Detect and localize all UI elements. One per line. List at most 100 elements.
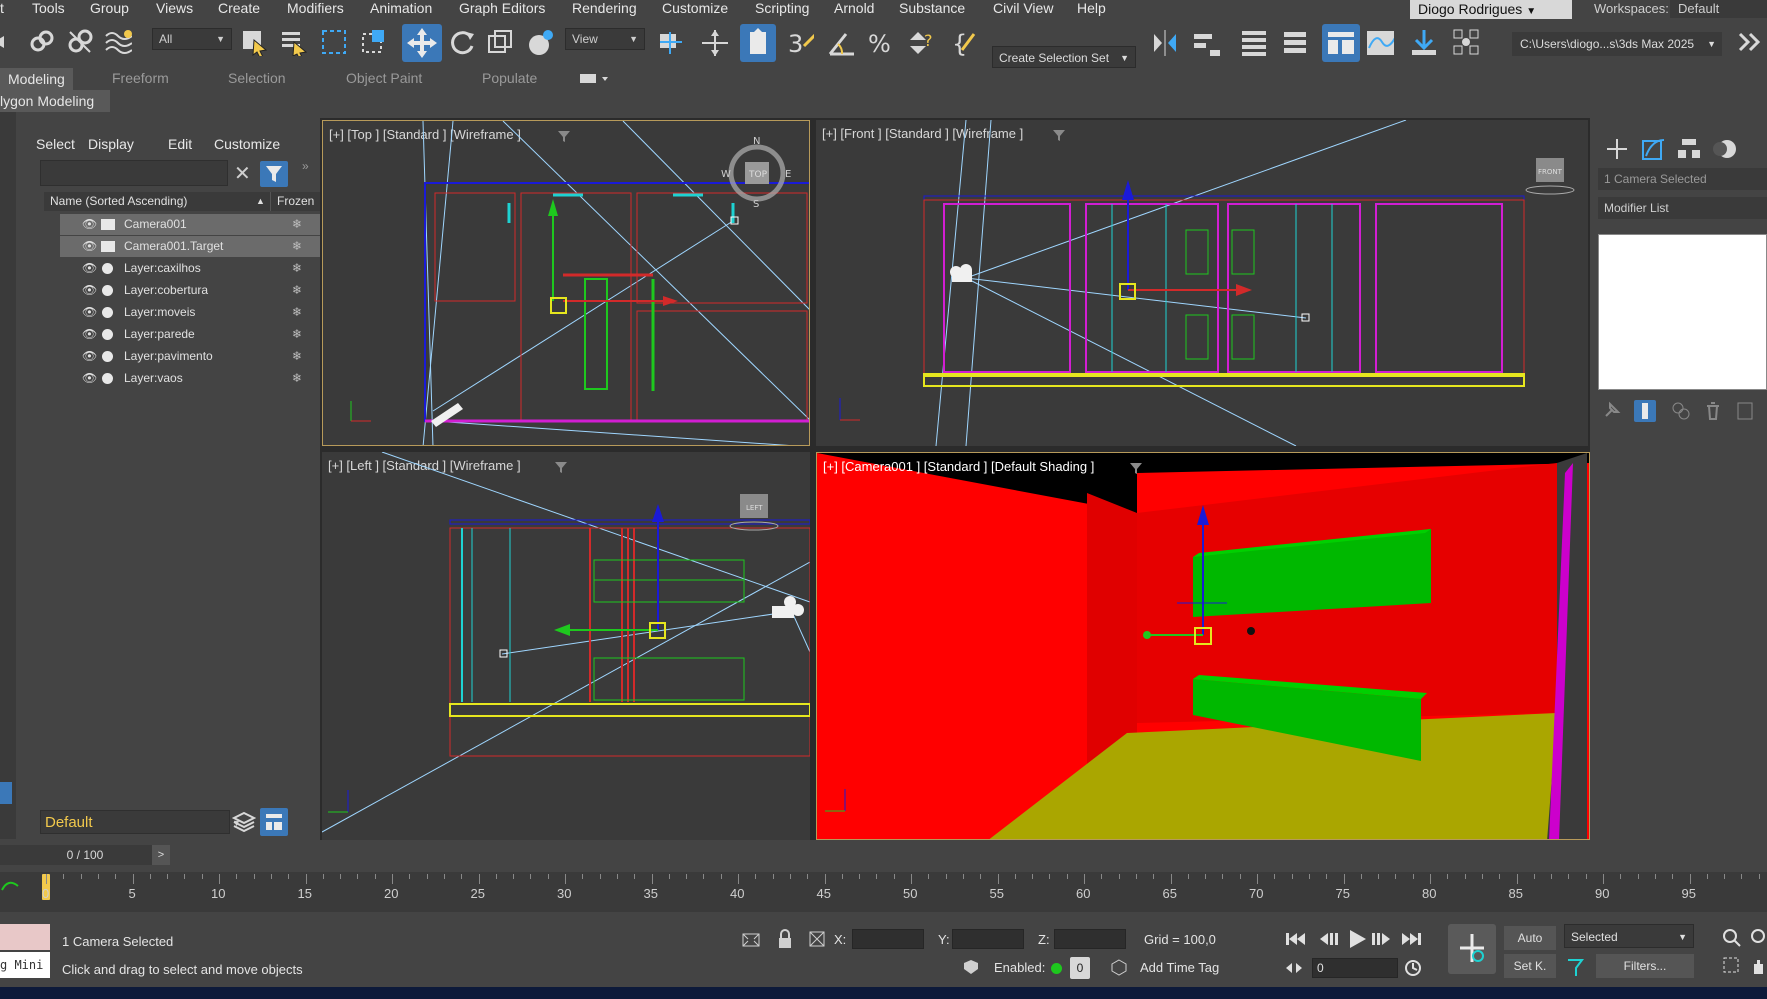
select-manipulate-icon[interactable] [700, 28, 728, 56]
time-slider[interactable]: 0 / 100 [0, 845, 170, 865]
x-coordinate-field[interactable] [852, 929, 924, 949]
list-item[interactable]: 👁 Camera001 ❄ [60, 214, 330, 235]
column-name[interactable]: Name (Sorted Ascending) [50, 192, 187, 211]
maxscript-listener-mini[interactable] [0, 924, 50, 950]
ribbon-options-icon[interactable] [580, 72, 610, 86]
place-object-icon[interactable] [526, 28, 554, 56]
percent-snap-icon[interactable]: % [866, 28, 894, 56]
selection-lock-icon[interactable] [776, 928, 794, 950]
freeze-icon[interactable]: ❄ [292, 368, 302, 389]
workspace-dropdown[interactable]: Default [1670, 0, 1767, 18]
snap-toggle-icon[interactable]: 3 [786, 28, 814, 56]
material-editor-icon[interactable] [1452, 28, 1480, 56]
polygon-modeling-panel[interactable]: lygon Modeling [0, 90, 110, 112]
maxscript-mini-input[interactable]: g Mini [0, 952, 50, 978]
zoom-icon[interactable] [1722, 928, 1742, 948]
z-coordinate-field[interactable] [1054, 929, 1126, 949]
viewport-left[interactable]: [+] [Left ] [Standard ] [Wireframe ] LEF… [322, 452, 810, 840]
viewport-camera[interactable]: [+] [Camera001 ] [Standard ] [Default Sh… [816, 452, 1590, 840]
add-time-tag[interactable]: Add Time Tag [1140, 960, 1219, 975]
track-bar[interactable]: 0 5 10 15 20 25 30 35 40 45 50 55 60 65 70 75 80 85 90 95 [0, 872, 1767, 912]
zoom-all-icon[interactable] [1750, 928, 1767, 948]
key-set-dropdown[interactable]: Selected ▼ [1564, 924, 1694, 948]
rotate-icon[interactable] [448, 28, 476, 56]
menu-modifiers[interactable]: Modifiers [287, 0, 344, 16]
layer-explorer-icon[interactable] [1280, 28, 1308, 56]
viewcube-front[interactable]: FRONT [1525, 158, 1575, 195]
list-item[interactable]: 👁 Layer:cobertura ❄ [60, 280, 330, 301]
visibility-eye-icon[interactable]: 👁 [82, 258, 98, 279]
menu-tools[interactable]: Tools [32, 0, 65, 16]
toggle-ribbon-button[interactable] [1322, 24, 1360, 62]
time-slider-next-button[interactable]: > [152, 845, 170, 865]
visibility-eye-icon[interactable]: 👁 [82, 324, 98, 345]
go-to-end-icon[interactable] [1400, 930, 1422, 948]
pivot-center-icon[interactable] [656, 28, 684, 56]
menu-graph-editors[interactable]: Graph Editors [459, 0, 545, 16]
list-item[interactable]: 👁 Layer:caxilhos ❄ [60, 258, 330, 279]
set-key-button[interactable] [1448, 924, 1496, 974]
motion-tab[interactable] [1712, 136, 1738, 162]
viewport-filter-icon[interactable] [1052, 128, 1066, 142]
expand-panel-icon[interactable]: » [302, 158, 316, 172]
remove-modifier-icon[interactable] [1702, 400, 1724, 422]
viewport-filter-icon[interactable] [1129, 461, 1143, 475]
next-frame-icon[interactable] [1370, 930, 1392, 948]
create-selection-set-dropdown[interactable]: Create Selection Set ▼ [992, 46, 1136, 68]
menu-create[interactable]: Create [218, 0, 260, 16]
pan-hand-icon[interactable] [1750, 956, 1767, 976]
viewcube-left[interactable]: LEFT [729, 494, 779, 531]
spinner-snap-icon[interactable]: ? [906, 28, 934, 56]
auto-key-button[interactable]: Auto [1504, 926, 1556, 950]
make-unique-icon[interactable] [1670, 400, 1692, 422]
explorer-menu-customize[interactable]: Customize [214, 136, 280, 152]
freeze-icon[interactable]: ❄ [292, 346, 302, 367]
bind-space-warp-icon[interactable] [104, 28, 132, 56]
key-filters-button[interactable]: Filters... [1596, 954, 1694, 978]
viewport-filter-icon[interactable] [554, 460, 568, 474]
clear-search-icon[interactable]: ✕ [234, 161, 251, 186]
freeze-icon[interactable]: ❄ [292, 258, 302, 279]
menu-arnold[interactable]: Arnold [834, 0, 874, 16]
explorer-menu-display[interactable]: Display [88, 136, 134, 152]
move-tool-button[interactable] [402, 24, 442, 62]
visibility-eye-icon[interactable]: 👁 [82, 368, 98, 389]
menu-edit[interactable]: t [0, 0, 4, 16]
pin-stack-icon[interactable] [1602, 400, 1622, 420]
select-by-name-icon[interactable] [280, 28, 308, 56]
sort-ascending-icon[interactable]: ▲ [256, 192, 265, 211]
freeze-icon[interactable]: ❄ [292, 302, 302, 323]
modify-tab[interactable] [1640, 136, 1666, 162]
menu-substance[interactable]: Substance [899, 0, 965, 16]
configure-sets-icon[interactable] [1734, 400, 1756, 422]
unlink-icon[interactable] [66, 28, 94, 56]
list-item[interactable]: 👁 Layer:parede ❄ [60, 324, 330, 345]
menu-views[interactable]: Views [156, 0, 193, 16]
visibility-eye-icon[interactable]: 👁 [82, 214, 98, 235]
window-crossing-icon[interactable] [360, 28, 388, 56]
viewport-front[interactable]: [+] [Front ] [Standard ] [Wireframe ] FR… [816, 120, 1588, 446]
hierarchy-tab[interactable] [1676, 136, 1702, 162]
scale-icon[interactable] [486, 28, 514, 56]
align-icon[interactable] [1192, 28, 1220, 56]
tab-modeling[interactable]: Modeling [0, 68, 73, 90]
zoom-region-icon[interactable] [1722, 956, 1742, 976]
tab-object-paint[interactable]: Object Paint [346, 70, 422, 86]
visibility-eye-icon[interactable]: 👁 [82, 280, 98, 301]
list-item[interactable]: 👁 Layer:pavimento ❄ [60, 346, 330, 367]
list-item[interactable]: 👁 Camera001.Target ❄ [60, 236, 330, 257]
reference-coordinate-dropdown[interactable]: View ▼ [565, 28, 645, 50]
rectangular-selection-icon[interactable] [320, 28, 348, 56]
go-to-start-icon[interactable] [1284, 930, 1306, 948]
menu-civil-view[interactable]: Civil View [993, 0, 1053, 16]
viewcube-compass[interactable]: TOP N S E W [721, 136, 791, 210]
explorer-filter-button[interactable] [260, 161, 288, 187]
show-end-result-button[interactable] [1634, 400, 1656, 422]
time-configuration-icon[interactable] [1404, 958, 1422, 978]
undo-icon[interactable] [0, 28, 20, 56]
viewport-label-camera[interactable]: [+] [Camera001 ] [Standard ] [Default Sh… [823, 459, 1094, 474]
edit-named-selection-icon[interactable]: { [952, 28, 980, 56]
menu-rendering[interactable]: Rendering [572, 0, 637, 16]
isolate-selection-icon[interactable] [740, 930, 762, 950]
explorer-menu-select[interactable]: Select [36, 136, 75, 152]
